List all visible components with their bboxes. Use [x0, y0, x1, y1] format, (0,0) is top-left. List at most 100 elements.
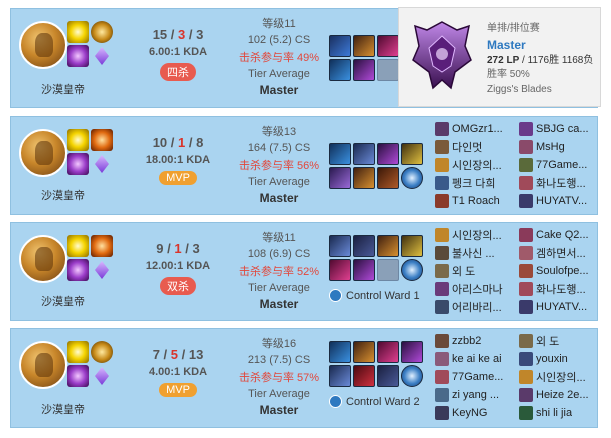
item-icon[interactable] [401, 235, 423, 257]
champion-portrait[interactable] [19, 235, 67, 283]
player-entry[interactable]: ke ai ke ai [435, 351, 519, 367]
player-entry[interactable]: zzbb2 [435, 333, 519, 349]
teleport-spell-icon [67, 365, 89, 387]
match-card[interactable]: 沙漠皇帝 9 / 1 / 3 12.00:1 KDA 双杀 等级11 108 (… [10, 222, 598, 321]
control-ward-count: Control Ward 1 [329, 289, 420, 302]
player-champion-icon [519, 122, 533, 136]
player-entry[interactable]: 겜하면서... [519, 245, 603, 261]
player-entry[interactable]: T1 Roach [435, 193, 519, 209]
rank-info: 单排/排位赛 Master 272 LP / 1176胜 1168负 胜率 50… [487, 22, 593, 97]
item-icon[interactable] [329, 341, 351, 363]
kda-numbers: 9 / 1 / 3 [156, 241, 200, 256]
item-icon[interactable] [329, 167, 351, 189]
player-entry[interactable]: 시인장의... [435, 227, 519, 243]
item-icon[interactable] [329, 35, 351, 57]
player-entry[interactable]: 화나도행... [519, 175, 603, 191]
item-icon[interactable] [377, 143, 399, 165]
player-name: 시인장의... [536, 372, 586, 384]
item-icon[interactable] [377, 365, 399, 387]
item-icon[interactable] [353, 235, 375, 257]
kills: 7 [152, 347, 160, 362]
player-entry[interactable]: 시인장의... [435, 157, 519, 173]
teleport-spell-icon [67, 259, 89, 281]
item-icon[interactable] [353, 59, 375, 81]
player-name: zzbb2 [452, 335, 482, 347]
player-entry[interactable]: 시인장의... [519, 369, 603, 385]
player-entry[interactable]: youxin [519, 351, 603, 367]
player-entry[interactable]: 77Game... [519, 157, 603, 173]
ward-item-icon[interactable] [401, 365, 423, 387]
item-icon[interactable] [353, 35, 375, 57]
tier-average: Master [259, 297, 299, 311]
champion-portrait[interactable] [19, 341, 67, 389]
secondary-rune-icon [91, 365, 113, 387]
player-entry[interactable]: Cake Q2... [519, 227, 603, 243]
player-champion-icon [519, 246, 533, 260]
item-icon[interactable] [329, 259, 351, 281]
player-entry[interactable]: 화나도행... [519, 281, 603, 297]
player-entry[interactable]: 외 도 [519, 333, 603, 349]
keystone-rune-icon [91, 21, 113, 43]
kda-numbers: 7 / 5 / 13 [152, 347, 204, 362]
item-icon[interactable] [401, 143, 423, 165]
player-entry[interactable]: 아리스마나 [435, 281, 519, 297]
player-entry[interactable]: Heize 2e... [519, 387, 603, 403]
player-entry[interactable]: shi li jia [519, 405, 603, 421]
player-champion-icon [519, 352, 533, 366]
item-icon[interactable] [329, 365, 351, 387]
player-entry[interactable]: MsHg [519, 139, 603, 155]
player-entry[interactable]: zi yang ... [435, 387, 519, 403]
level: 等级11 [262, 18, 296, 30]
tier-average-label: Tier Average [248, 68, 310, 80]
champion-portrait[interactable] [19, 129, 67, 177]
control-ward-icon [329, 395, 342, 408]
player-entry[interactable]: 다인멋 [435, 139, 519, 155]
kills: 10 [152, 135, 168, 150]
kill-participation: 击杀参与率 52% [238, 266, 320, 278]
item-icon[interactable] [353, 167, 375, 189]
item-icon[interactable] [353, 259, 375, 281]
item-icon[interactable] [377, 35, 399, 57]
item-icon[interactable] [353, 143, 375, 165]
player-champion-icon [519, 140, 533, 154]
item-icon[interactable] [329, 59, 351, 81]
player-name: 시인장의... [452, 230, 502, 242]
level: 等级13 [261, 126, 297, 138]
player-entry[interactable]: 77Game... [435, 369, 519, 385]
player-entry[interactable]: HUYATV... [519, 193, 603, 209]
player-entry[interactable]: 어리바리... [435, 299, 519, 315]
champion-portrait[interactable] [19, 21, 67, 69]
player-entry[interactable]: HUYATV... [519, 299, 603, 315]
item-icon[interactable] [329, 143, 351, 165]
player-name: 화나도행... [536, 284, 586, 296]
item-icon[interactable] [353, 365, 375, 387]
winrate: 胜率 50% [487, 69, 530, 81]
item-icon[interactable] [377, 341, 399, 363]
player-champion-icon [435, 246, 449, 260]
player-champion-icon [435, 228, 449, 242]
match-card[interactable]: 沙漠皇帝 7 / 5 / 13 4.00:1 KDA MVP 等级16 213 … [10, 328, 598, 428]
multikill-badge: 双杀 [160, 277, 196, 295]
ward-item-icon[interactable] [401, 167, 423, 189]
item-icon[interactable] [377, 167, 399, 189]
player-entry[interactable]: OMGzr1... [435, 121, 519, 137]
tier-average-label: Tier Average [248, 282, 310, 294]
ward-item-icon[interactable] [401, 259, 423, 281]
player-entry[interactable]: Soulofpe... [519, 263, 603, 279]
league-points: 272 LP [487, 54, 520, 66]
player-entry[interactable]: SBJG ca... [519, 121, 603, 137]
stat-block: 等级13 164 (7.5) CS 击杀参与率 56% Tier Average… [229, 123, 329, 205]
kda-ratio: 6.00:1 KDA [148, 46, 208, 58]
item-icon[interactable] [353, 341, 375, 363]
item-icon[interactable] [377, 235, 399, 257]
player-entry[interactable]: KeyNG [435, 405, 519, 421]
match-card[interactable]: 沙漠皇帝 10 / 1 / 8 18.00:1 KDA MVP 等级13 164… [10, 116, 598, 215]
champion-name: 沙漠皇帝 [41, 84, 85, 96]
item-icon[interactable] [329, 235, 351, 257]
player-entry[interactable]: 불사신 ... [435, 245, 519, 261]
item-icon[interactable] [401, 341, 423, 363]
deaths: 3 [178, 27, 186, 42]
player-entry[interactable]: 외 도 [435, 263, 519, 279]
kill-participation: 击杀参与率 56% [238, 160, 320, 172]
player-entry[interactable]: 펭크 다희 [435, 175, 519, 191]
